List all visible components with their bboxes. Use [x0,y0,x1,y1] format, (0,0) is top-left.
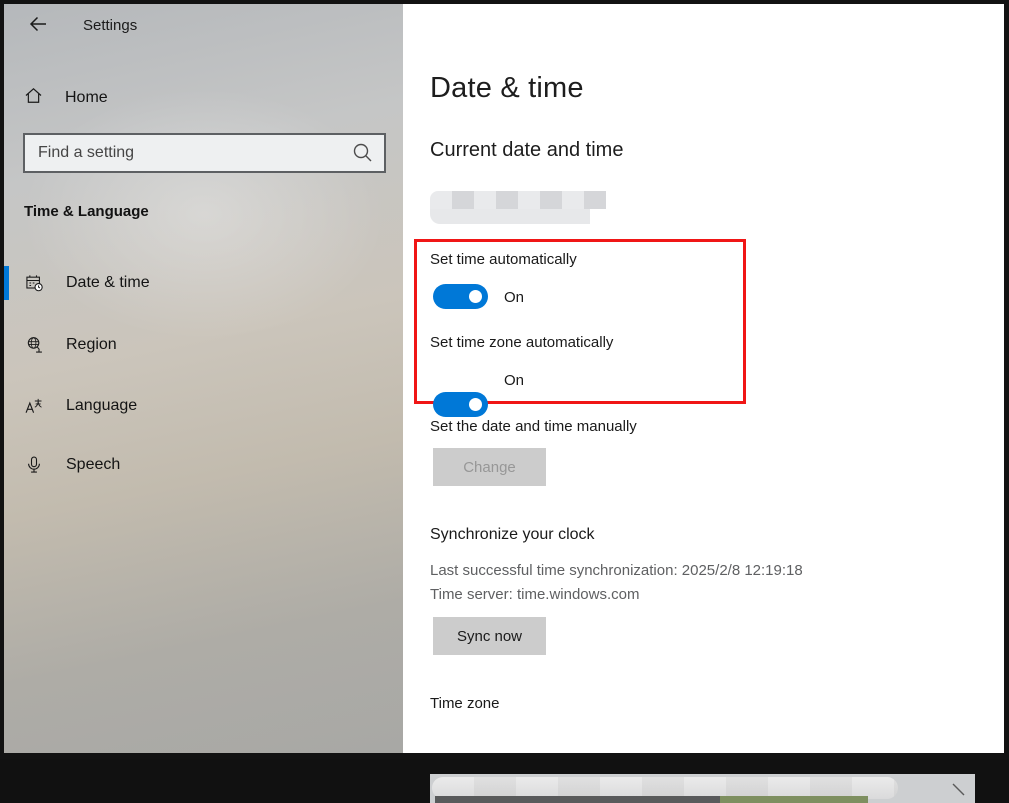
search-box[interactable] [23,133,386,173]
time-server-text: Time server: time.windows.com [430,583,640,607]
redaction-strip [720,796,868,803]
sidebar-item-label: Date & time [66,274,150,292]
redaction-strip [435,796,720,803]
toggle-knob [469,290,482,303]
sidebar-item-home[interactable]: Home [16,80,391,116]
sidebar-item-label: Speech [66,456,120,474]
toggle-knob [469,398,482,411]
settings-window: Settings Home Time & Language [4,4,1004,753]
back-arrow-icon [28,14,48,39]
sidebar-group-title: Time & Language [24,203,149,220]
chevron-down-icon [951,781,967,797]
change-button: Change [433,448,546,486]
set-manually-label: Set the date and time manually [430,418,637,435]
sidebar-item-region[interactable]: Region [4,328,403,362]
back-button[interactable] [23,11,53,41]
globe-icon [24,335,44,355]
page-title: Date & time [430,72,584,105]
sidebar-item-label: Language [66,397,137,415]
set-time-zone-automatically-state: On [504,372,524,389]
sidebar-item-speech[interactable]: Speech [4,448,403,482]
search-icon[interactable] [350,140,376,166]
sidebar-item-label: Home [65,89,108,107]
time-zone-heading: Time zone [430,695,499,712]
microphone-icon [24,455,44,475]
home-icon [24,86,43,110]
calendar-clock-icon [24,273,44,293]
app-title: Settings [83,17,137,34]
current-date-time-redacted [430,191,606,224]
set-time-automatically-label: Set time automatically [430,251,577,268]
last-sync-text: Last successful time synchronization: 20… [430,559,803,583]
screen-frame: Settings Home Time & Language [0,0,1009,759]
set-time-automatically-toggle[interactable] [433,284,488,309]
search-input[interactable] [25,144,350,162]
current-date-time-heading: Current date and time [430,139,623,162]
set-time-zone-automatically-label: Set time zone automatically [430,334,613,351]
time-zone-dropdown[interactable] [430,774,975,803]
set-time-automatically-state: On [504,289,524,306]
main-panel: Date & time Current date and time Set ti… [403,4,1004,753]
sidebar-item-label: Region [66,336,117,354]
sidebar-item-date-time[interactable]: Date & time [4,266,403,300]
synchronize-clock-heading: Synchronize your clock [430,526,595,544]
language-icon [24,396,44,416]
sidebar-item-language[interactable]: Language [4,389,403,423]
set-time-zone-automatically-toggle[interactable] [433,392,488,417]
sync-now-button[interactable]: Sync now [433,617,546,655]
sidebar: Settings Home Time & Language [4,4,403,753]
